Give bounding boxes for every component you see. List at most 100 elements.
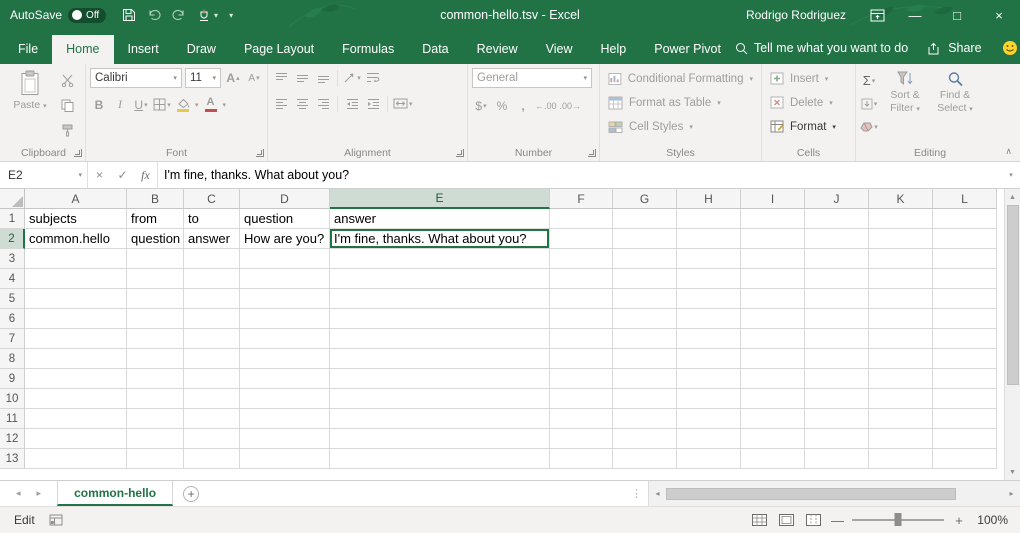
zoom-slider[interactable] [852, 519, 944, 521]
save-icon[interactable] [122, 8, 136, 22]
cell-J13[interactable] [805, 449, 869, 469]
cell-C1[interactable]: to [184, 209, 240, 229]
cell-E9[interactable] [330, 369, 550, 389]
sort-filter-button[interactable]: Sort & Filter ▾ [882, 68, 928, 136]
cell-B10[interactable] [127, 389, 184, 409]
column-header-L[interactable]: L [933, 189, 997, 209]
tab-data[interactable]: Data [408, 35, 462, 64]
cell-A10[interactable] [25, 389, 127, 409]
increase-decimal-icon[interactable]: ←.00 [535, 96, 557, 115]
cell-K7[interactable] [869, 329, 933, 349]
cell-B9[interactable] [127, 369, 184, 389]
increase-font-size-icon[interactable]: A▴ [224, 69, 242, 88]
number-format-combo[interactable]: General ▾ [472, 68, 592, 88]
cell-B7[interactable] [127, 329, 184, 349]
row-header-12[interactable]: 12 [0, 429, 25, 449]
font-size-combo[interactable]: 11 ▾ [185, 68, 221, 88]
cell-K6[interactable] [869, 309, 933, 329]
cell-I6[interactable] [741, 309, 805, 329]
column-header-B[interactable]: B [127, 189, 184, 209]
cell-F6[interactable] [550, 309, 613, 329]
cell-H2[interactable] [677, 229, 741, 249]
cell-L11[interactable] [933, 409, 997, 429]
cell-G8[interactable] [613, 349, 677, 369]
cell-C10[interactable] [184, 389, 240, 409]
cell-J8[interactable] [805, 349, 869, 369]
formula-bar-expand-icon[interactable]: ▾ [1002, 162, 1020, 188]
cell-G1[interactable] [613, 209, 677, 229]
maximize-button[interactable]: □ [936, 0, 978, 30]
cell-D12[interactable] [240, 429, 330, 449]
cell-I1[interactable] [741, 209, 805, 229]
decrease-indent-icon[interactable] [343, 94, 361, 113]
normal-view-button[interactable] [750, 512, 768, 528]
column-header-J[interactable]: J [805, 189, 869, 209]
macro-record-icon[interactable] [49, 514, 63, 526]
row-header-13[interactable]: 13 [0, 449, 25, 469]
feedback-smiley-icon[interactable] [1002, 40, 1018, 56]
cell-C8[interactable] [184, 349, 240, 369]
cell-H10[interactable] [677, 389, 741, 409]
new-sheet-button[interactable]: + [183, 486, 199, 502]
cell-J10[interactable] [805, 389, 869, 409]
decrease-font-size-icon[interactable]: A▾ [245, 69, 263, 88]
cell-C3[interactable] [184, 249, 240, 269]
cell-L1[interactable] [933, 209, 997, 229]
cell-A5[interactable] [25, 289, 127, 309]
format-as-table-button[interactable]: Format as Table ▾ [604, 92, 757, 113]
cell-C2[interactable]: answer [184, 229, 240, 249]
top-align-icon[interactable] [272, 68, 290, 87]
quick-access-pen-cup-icon[interactable]: ▾ [197, 8, 218, 22]
cell-A9[interactable] [25, 369, 127, 389]
cell-I11[interactable] [741, 409, 805, 429]
cell-D1[interactable]: question [240, 209, 330, 229]
cell-D2[interactable]: How are you? [240, 229, 330, 249]
column-header-I[interactable]: I [741, 189, 805, 209]
cell-H8[interactable] [677, 349, 741, 369]
bottom-align-icon[interactable] [314, 68, 332, 87]
cell-F11[interactable] [550, 409, 613, 429]
cell-styles-button[interactable]: Cell Styles ▾ [604, 116, 757, 137]
cell-I2[interactable] [741, 229, 805, 249]
autosum-icon[interactable]: Σ▾ [860, 71, 878, 90]
cell-D13[interactable] [240, 449, 330, 469]
clear-icon[interactable]: ▾ [860, 117, 878, 136]
font-color-dropdown-icon[interactable]: ▾ [223, 101, 227, 109]
cell-H7[interactable] [677, 329, 741, 349]
cell-I4[interactable] [741, 269, 805, 289]
row-header-5[interactable]: 5 [0, 289, 25, 309]
cell-F5[interactable] [550, 289, 613, 309]
pen-dropdown-icon[interactable]: ▾ [214, 11, 218, 20]
zoom-in-button[interactable]: + [953, 513, 965, 528]
minimize-button[interactable]: — [894, 0, 936, 30]
cell-I12[interactable] [741, 429, 805, 449]
vertical-scrollbar[interactable]: ▲ ▼ [1004, 189, 1020, 480]
cell-K11[interactable] [869, 409, 933, 429]
cell-B4[interactable] [127, 269, 184, 289]
cell-E2[interactable]: I'm fine, thanks. What about you? [330, 229, 550, 249]
cell-G10[interactable] [613, 389, 677, 409]
cell-J2[interactable] [805, 229, 869, 249]
cell-A6[interactable] [25, 309, 127, 329]
cell-A7[interactable] [25, 329, 127, 349]
tell-me-box[interactable]: Tell me what you want to do [735, 41, 908, 55]
cell-J3[interactable] [805, 249, 869, 269]
middle-align-icon[interactable] [293, 68, 311, 87]
cell-K10[interactable] [869, 389, 933, 409]
cell-B3[interactable] [127, 249, 184, 269]
row-header-8[interactable]: 8 [0, 349, 25, 369]
cell-F7[interactable] [550, 329, 613, 349]
number-dialog-launcher[interactable] [588, 149, 596, 157]
tab-file[interactable]: File [4, 35, 52, 64]
cell-E1[interactable]: answer [330, 209, 550, 229]
user-name[interactable]: Rodrigo Rodriguez [746, 8, 846, 22]
bold-icon[interactable]: B [90, 95, 108, 114]
cell-L4[interactable] [933, 269, 997, 289]
cell-D9[interactable] [240, 369, 330, 389]
tab-draw[interactable]: Draw [173, 35, 230, 64]
column-header-D[interactable]: D [240, 189, 330, 209]
delete-cells-button[interactable]: Delete ▾ [766, 92, 851, 113]
cell-G4[interactable] [613, 269, 677, 289]
cell-D7[interactable] [240, 329, 330, 349]
paste-button[interactable]: Paste ▾ [6, 68, 54, 140]
